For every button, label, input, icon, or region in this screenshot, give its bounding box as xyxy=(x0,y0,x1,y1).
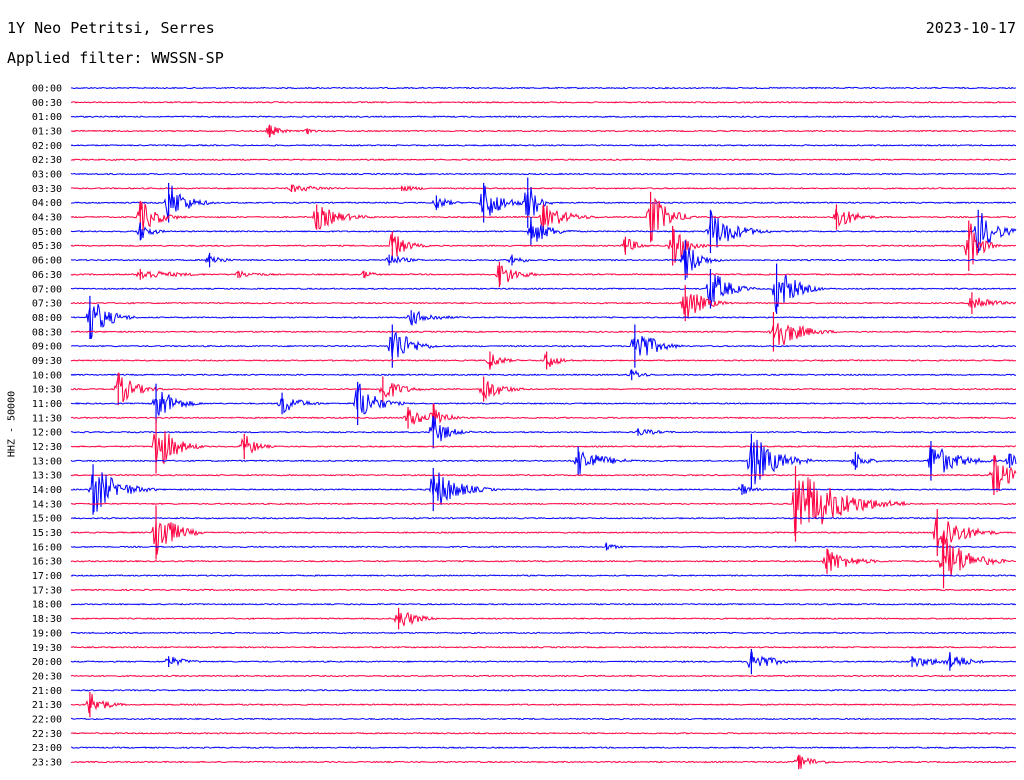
trace-row-0630 xyxy=(70,265,1017,286)
row-time-label: 23:30 xyxy=(32,757,62,768)
row-time-label: 06:30 xyxy=(32,270,62,281)
trace-row-0230 xyxy=(70,158,1017,162)
row-time-label: 04:00 xyxy=(32,198,62,209)
row-time-label: 18:30 xyxy=(32,614,62,625)
trace-row-2330 xyxy=(70,755,1017,769)
row-time-label: 19:30 xyxy=(32,643,62,654)
row-time-label: 08:30 xyxy=(32,327,62,338)
filter-label: Applied filter: WWSSN-SP xyxy=(7,49,224,67)
trace-row-1430 xyxy=(70,477,1017,536)
trace-row-1130 xyxy=(70,404,1017,425)
trace-row-1900 xyxy=(70,631,1017,635)
row-time-label: 22:00 xyxy=(32,714,62,725)
trace-row-2300 xyxy=(71,746,1017,749)
row-time-label: 04:30 xyxy=(32,213,62,224)
row-time-label: 22:30 xyxy=(32,729,62,740)
row-time-label: 03:30 xyxy=(32,184,62,195)
trace-row-2200 xyxy=(71,717,1016,721)
trace-row-2030 xyxy=(70,674,1017,678)
trace-row-1700 xyxy=(70,574,1017,577)
row-time-label: 06:00 xyxy=(32,256,62,267)
row-time-label: 20:00 xyxy=(32,657,62,668)
row-time-label: 03:00 xyxy=(32,170,62,181)
row-time-label: 20:30 xyxy=(32,671,62,682)
trace-row-0130 xyxy=(70,125,1017,137)
row-time-label: 10:00 xyxy=(32,370,62,381)
row-time-label: 13:30 xyxy=(32,471,62,482)
trace-row-1000 xyxy=(70,369,1017,378)
row-time-label: 00:00 xyxy=(32,84,62,95)
row-time-label: 17:30 xyxy=(32,585,62,596)
trace-row-0200 xyxy=(70,144,1017,147)
trace-row-1030 xyxy=(70,372,1017,403)
trace-row-0930 xyxy=(70,353,1016,370)
row-time-label: 11:30 xyxy=(32,413,62,424)
trace-row-0730 xyxy=(70,293,1017,319)
trace-row-0600 xyxy=(70,247,1017,278)
trace-row-2230 xyxy=(71,731,1017,735)
row-time-label: 14:00 xyxy=(32,485,62,496)
trace-row-0000 xyxy=(70,86,1017,90)
row-time-label: 16:00 xyxy=(32,542,62,553)
row-time-label: 12:00 xyxy=(32,428,62,439)
trace-row-0100 xyxy=(70,115,1017,119)
channel-axis-label: HHZ - 50000 xyxy=(6,390,18,458)
row-time-label: 16:30 xyxy=(32,557,62,568)
trace-row-2000 xyxy=(70,651,1017,668)
row-time-label: 07:30 xyxy=(32,299,62,310)
trace-row-1500 xyxy=(70,516,1017,520)
trace-row-1200 xyxy=(70,415,1017,442)
station-title: 1Y Neo Petritsi, Serres xyxy=(7,19,215,37)
row-time-label: 09:00 xyxy=(32,342,62,353)
trace-row-1830 xyxy=(70,611,1017,626)
trace-row-1930 xyxy=(70,645,1017,649)
row-time-label: 15:30 xyxy=(32,528,62,539)
trace-row-1230 xyxy=(70,431,1017,465)
trace-row-0800 xyxy=(70,304,1017,340)
row-time-label: 07:00 xyxy=(32,284,62,295)
helicorder-plot: 00:00 00:30 01:00 01:30 02:00 02:30 03:00 03:30… xyxy=(32,84,1017,770)
row-time-label: 02:00 xyxy=(32,141,62,152)
row-time-label: 10:30 xyxy=(32,385,62,396)
row-time-label: 14:30 xyxy=(32,499,62,510)
trace-row-2100 xyxy=(70,688,1017,692)
trace-row-1730 xyxy=(70,588,1017,592)
row-time-label: 01:30 xyxy=(32,127,62,138)
trace-row-0830 xyxy=(70,323,1017,346)
row-time-label: 09:30 xyxy=(32,356,62,367)
row-time-label: 13:00 xyxy=(32,456,62,467)
row-time-label: 15:00 xyxy=(32,514,62,525)
trace-row-0030 xyxy=(71,100,1017,104)
row-time-label: 05:00 xyxy=(32,227,62,238)
row-time-label: 17:00 xyxy=(32,571,62,582)
date-label: 2023-10-17 xyxy=(925,19,1016,37)
row-time-label: 21:00 xyxy=(32,686,62,697)
row-time-label: 05:30 xyxy=(32,241,62,252)
trace-row-1600 xyxy=(70,541,1017,551)
row-time-label: 19:00 xyxy=(32,628,62,639)
row-time-label: 01:00 xyxy=(32,112,62,123)
trace-row-0900 xyxy=(70,331,1017,358)
row-time-label: 02:30 xyxy=(32,155,62,166)
trace-row-0700 xyxy=(70,274,1017,313)
trace-row-1630 xyxy=(70,535,1017,577)
trace-row-1530 xyxy=(70,518,1017,555)
row-time-label: 08:00 xyxy=(32,313,62,324)
trace-row-1400 xyxy=(70,472,1017,513)
trace-row-1800 xyxy=(71,602,1017,606)
row-time-label: 00:30 xyxy=(32,98,62,109)
trace-row-2130 xyxy=(70,693,1017,714)
row-time-label: 18:00 xyxy=(32,600,62,611)
row-time-label: 21:30 xyxy=(32,700,62,711)
trace-row-0300 xyxy=(70,172,1017,176)
row-time-label: 12:30 xyxy=(32,442,62,453)
row-time-label: 11:00 xyxy=(32,399,62,410)
trace-row-0330 xyxy=(70,184,1017,193)
row-time-label: 23:00 xyxy=(32,743,62,754)
